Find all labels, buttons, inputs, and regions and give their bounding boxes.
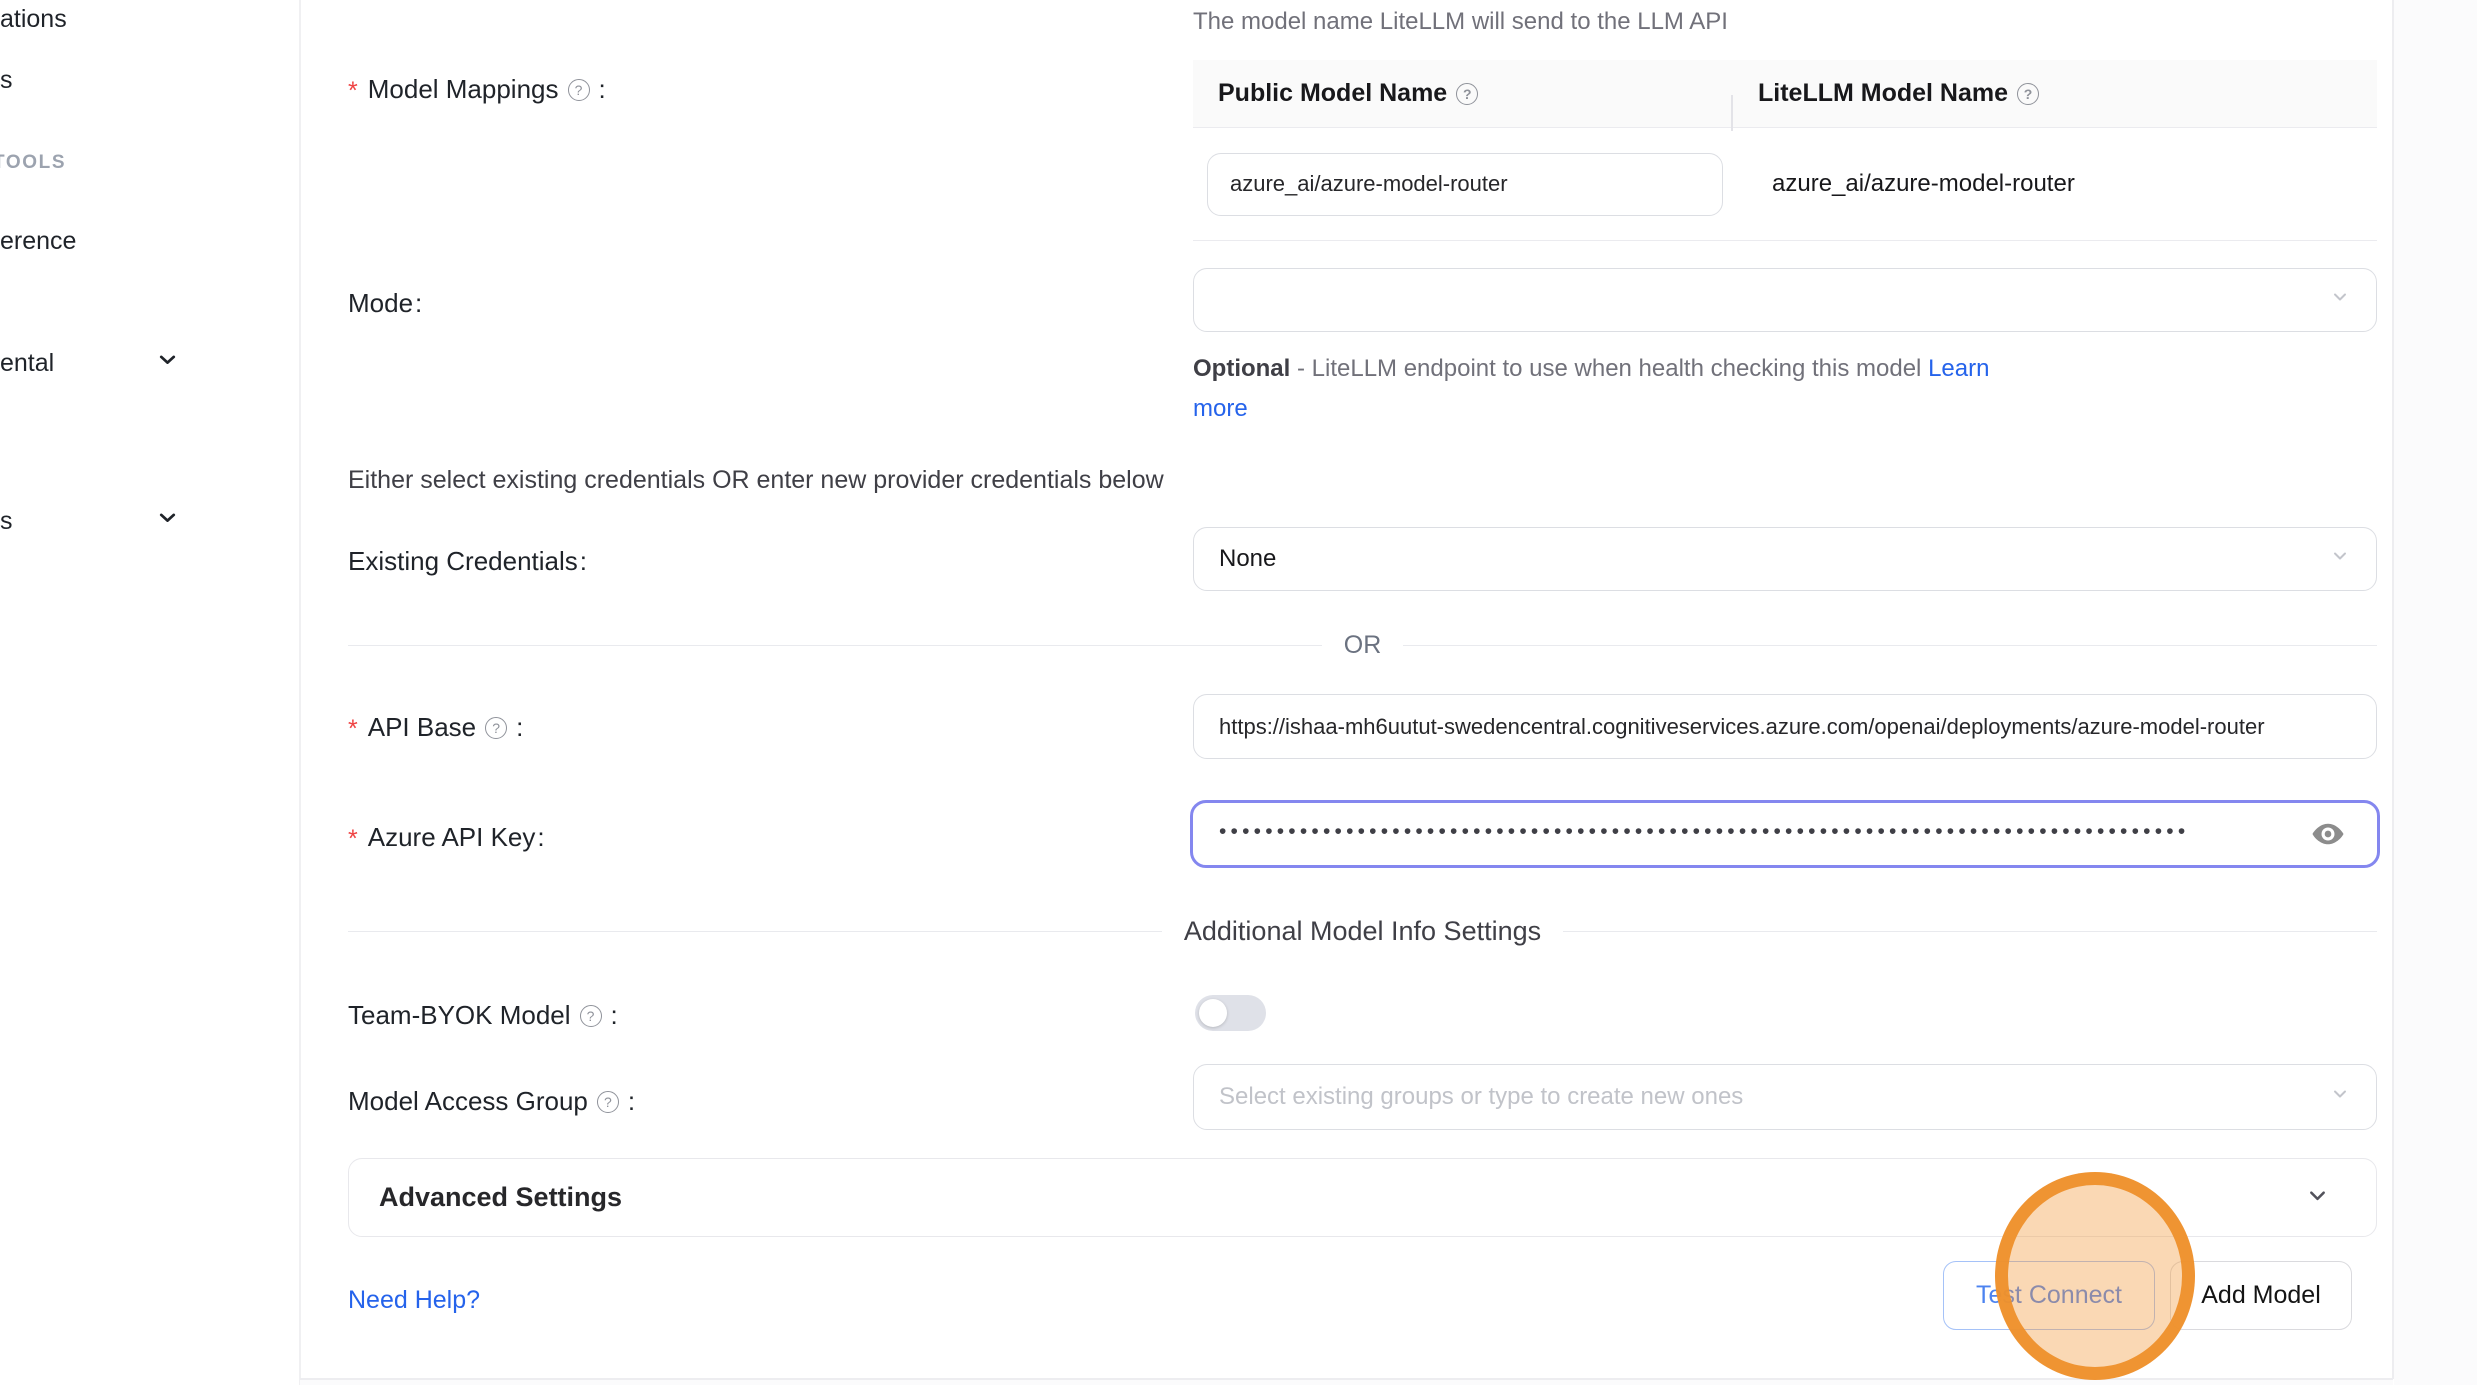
sidebar-item-s2[interactable]: s [0, 505, 180, 537]
help-icon[interactable]: ? [580, 1005, 602, 1027]
chevron-down-icon [2304, 1182, 2331, 1214]
team-byok-label: Team-BYOK Model ? : [348, 1000, 618, 1031]
add-model-button[interactable]: Add Model [2170, 1261, 2352, 1330]
public-model-name-header: Public Model Name ? [1193, 79, 1733, 108]
help-icon[interactable]: ? [2017, 83, 2039, 105]
existing-credentials-value: None [1219, 545, 1276, 573]
api-base-value: https://ishaa-mh6uutut-swedencentral.cog… [1219, 714, 2265, 740]
litellm-model-name-value: azure_ai/azure-model-router [1733, 170, 2075, 198]
chevron-down-icon [2328, 1082, 2352, 1113]
masked-api-key: ••••••••••••••••••••••••••••••••••••••••… [1219, 820, 2189, 844]
mode-select[interactable] [1193, 268, 2377, 332]
help-icon[interactable]: ? [597, 1091, 619, 1113]
page-background-bottom [300, 1380, 2393, 1385]
sidebar-item-ations[interactable]: ations [0, 5, 180, 34]
advanced-settings-panel[interactable]: Advanced Settings [348, 1158, 2377, 1237]
sidebar-item-label: ental [0, 349, 54, 378]
sidebar-section-tools: TOOLS [0, 152, 66, 174]
existing-credentials-label: Existing Credentials : [348, 546, 587, 577]
model-access-group-label: Model Access Group ? : [348, 1086, 635, 1117]
sidebar-item-ental[interactable]: ental [0, 347, 180, 379]
table-row: azure_ai/azure-model-router azure_ai/azu… [1193, 128, 2377, 240]
model-name-hint: The model name LiteLLM will send to the … [1193, 8, 1728, 36]
chevron-down-icon [155, 505, 180, 537]
azure-api-key-input[interactable]: ••••••••••••••••••••••••••••••••••••••••… [1190, 800, 2380, 868]
info-settings-divider: Additional Model Info Settings [348, 916, 2377, 947]
learn-more-link[interactable]: more [1193, 395, 1248, 422]
page-background-right [2394, 0, 2477, 1385]
toggle-knob [1199, 999, 1227, 1027]
required-asterisk: * [348, 77, 358, 106]
sidebar-item-label: erence [0, 227, 76, 256]
help-icon[interactable]: ? [485, 717, 507, 739]
existing-credentials-select[interactable]: None [1193, 527, 2377, 591]
advanced-settings-title: Advanced Settings [379, 1182, 2304, 1213]
azure-api-key-label: * Azure API Key : [348, 822, 545, 853]
sidebar-item-s1[interactable]: s [0, 66, 180, 95]
chevron-down-icon [2328, 285, 2352, 316]
sidebar-item-erence[interactable]: erence [0, 227, 180, 256]
help-icon[interactable]: ? [568, 79, 590, 101]
need-help-link[interactable]: Need Help? [348, 1286, 480, 1315]
or-divider: OR [348, 631, 2377, 660]
api-base-input[interactable]: https://ishaa-mh6uutut-swedencentral.cog… [1193, 694, 2377, 759]
team-byok-toggle[interactable] [1195, 995, 1266, 1031]
model-mappings-table: Public Model Name ? LiteLLM Model Name ?… [1193, 60, 2377, 241]
learn-more-link[interactable]: Learn [1928, 355, 1989, 382]
model-access-group-select[interactable]: Select existing groups or type to create… [1193, 1064, 2377, 1130]
help-icon[interactable]: ? [1456, 83, 1478, 105]
litellm-model-name-header: LiteLLM Model Name ? [1733, 79, 2046, 108]
table-header-row: Public Model Name ? LiteLLM Model Name ? [1193, 60, 2377, 128]
sidebar-divider [299, 0, 301, 1385]
mode-help-text: Optional - LiteLLM endpoint to use when … [1193, 349, 2053, 429]
mode-label: Mode : [348, 288, 422, 319]
credentials-note: Either select existing credentials OR en… [348, 466, 1164, 495]
required-asterisk: * [348, 825, 358, 854]
model-mappings-label: * Model Mappings ? : [348, 74, 606, 105]
sidebar-item-label: ations [0, 5, 67, 34]
card-right-border [2392, 0, 2394, 1379]
test-connect-button[interactable]: Test Connect [1943, 1261, 2155, 1330]
required-asterisk: * [348, 715, 358, 744]
model-access-group-placeholder: Select existing groups or type to create… [1219, 1083, 1743, 1111]
public-model-name-input[interactable]: azure_ai/azure-model-router [1207, 153, 1723, 216]
eye-icon[interactable] [2309, 815, 2347, 853]
chevron-down-icon [155, 347, 180, 379]
sidebar: ations s TOOLS erence ental s [0, 0, 300, 1385]
sidebar-item-label: s [0, 66, 13, 95]
chevron-down-icon [2328, 544, 2352, 575]
api-base-label: * API Base ? : [348, 712, 523, 743]
add-model-page: ations s TOOLS erence ental s The model … [0, 0, 2477, 1385]
sidebar-item-label: s [0, 507, 13, 536]
